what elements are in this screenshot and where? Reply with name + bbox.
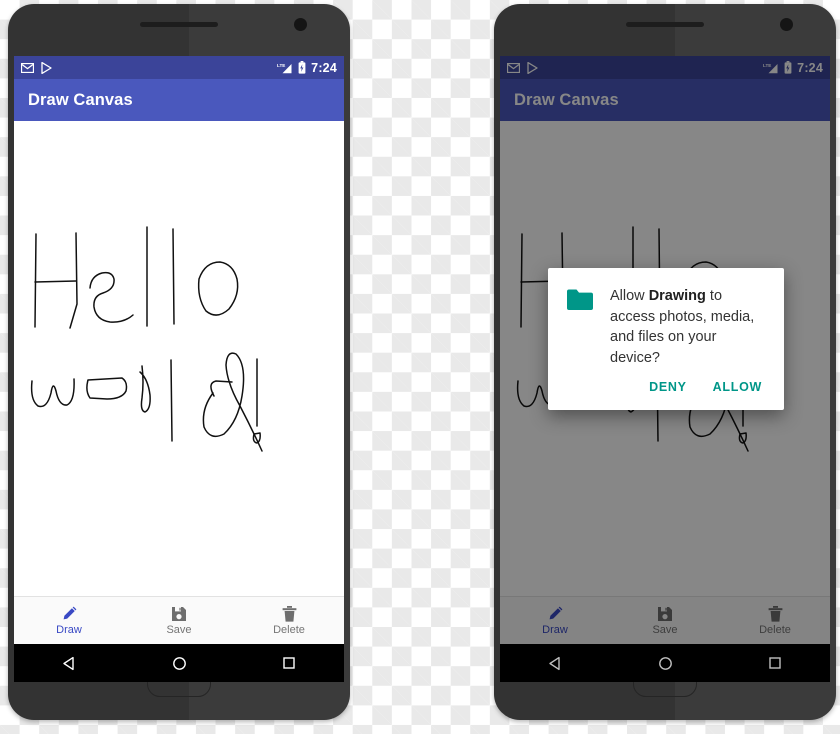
recents-square-icon[interactable]	[753, 644, 797, 682]
nav-item-save-label: Save	[166, 623, 192, 636]
lte-signal-icon: LTE	[763, 62, 779, 74]
recents-square-icon[interactable]	[267, 644, 311, 682]
status-bar: LTE 7:24	[14, 56, 344, 79]
pencil-icon	[547, 605, 564, 622]
nav-item-save[interactable]: Save	[124, 606, 234, 636]
permission-dialog-body: Allow Drawing to access photos, media, a…	[566, 286, 766, 368]
floppy-disk-icon	[171, 606, 187, 622]
bottom-navigation: Draw Save Delete	[14, 596, 344, 644]
permission-app-name: Drawing	[648, 288, 706, 304]
lte-signal-icon: LTE	[277, 62, 293, 74]
bottom-navigation: Draw Save Delete	[500, 596, 830, 644]
phone-screen-left: LTE 7:24 Draw Canvas Draw Save Delete	[14, 56, 344, 644]
svg-text:LTE: LTE	[277, 63, 285, 68]
back-triangle-icon[interactable]	[47, 644, 91, 682]
app-toolbar: Draw Canvas	[500, 79, 830, 121]
trash-icon	[768, 605, 783, 622]
app-toolbar: Draw Canvas	[14, 79, 344, 121]
home-circle-icon[interactable]	[643, 644, 687, 682]
nav-item-draw-label: Draw	[542, 624, 568, 636]
gmail-icon	[507, 62, 520, 73]
nav-item-delete-label: Delete	[759, 623, 791, 636]
permission-dialog-actions: DENY ALLOW	[566, 368, 766, 404]
floppy-disk-icon	[657, 606, 673, 622]
battery-icon	[784, 61, 792, 74]
android-system-navigation	[500, 644, 830, 682]
nav-item-save[interactable]: Save	[610, 606, 720, 636]
drawing-canvas[interactable]	[14, 121, 344, 597]
earpiece-speaker	[626, 22, 704, 27]
front-camera	[294, 18, 307, 31]
trash-icon	[282, 605, 297, 622]
front-camera	[780, 18, 793, 31]
status-bar: LTE 7:24	[500, 56, 830, 79]
home-circle-icon[interactable]	[157, 644, 201, 682]
status-bar-clock: 7:24	[797, 60, 823, 75]
nav-item-draw[interactable]: Draw	[500, 605, 610, 636]
status-bar-notifications	[21, 61, 52, 74]
permission-dialog: Allow Drawing to access photos, media, a…	[548, 268, 784, 411]
nav-item-delete[interactable]: Delete	[234, 605, 344, 636]
battery-icon	[298, 61, 306, 74]
page-title: Draw Canvas	[514, 90, 619, 109]
android-system-navigation	[14, 644, 344, 682]
nav-item-save-label: Save	[652, 623, 678, 636]
allow-button[interactable]: ALLOW	[709, 378, 766, 396]
permission-dialog-message: Allow Drawing to access photos, media, a…	[610, 286, 766, 368]
phone-screen-right: LTE 7:24 Draw Canvas Draw Save Delete Al…	[500, 56, 830, 644]
page-title: Draw Canvas	[28, 90, 133, 109]
status-bar-notifications	[507, 61, 538, 74]
folder-icon	[566, 288, 594, 368]
back-triangle-icon[interactable]	[533, 644, 577, 682]
svg-text:LTE: LTE	[763, 63, 771, 68]
play-store-icon	[527, 61, 538, 74]
pencil-icon	[61, 605, 78, 622]
status-bar-system: LTE 7:24	[277, 61, 337, 75]
earpiece-speaker	[140, 22, 218, 27]
nav-item-draw-label: Draw	[56, 624, 82, 636]
deny-button[interactable]: DENY	[645, 378, 691, 396]
phone-device-right: LTE 7:24 Draw Canvas Draw Save Delete Al…	[494, 4, 836, 720]
nav-item-delete-label: Delete	[273, 623, 305, 636]
nav-item-delete[interactable]: Delete	[720, 605, 830, 636]
phone-device-left: LTE 7:24 Draw Canvas Draw Save Delete	[8, 4, 350, 720]
status-bar-clock: 7:24	[311, 60, 337, 75]
status-bar-system: LTE 7:24	[763, 61, 823, 75]
permission-text-before: Allow	[610, 288, 649, 304]
gmail-icon	[21, 62, 34, 73]
play-store-icon	[41, 61, 52, 74]
drawing-strokes	[30, 226, 263, 452]
nav-item-draw[interactable]: Draw	[14, 605, 124, 636]
